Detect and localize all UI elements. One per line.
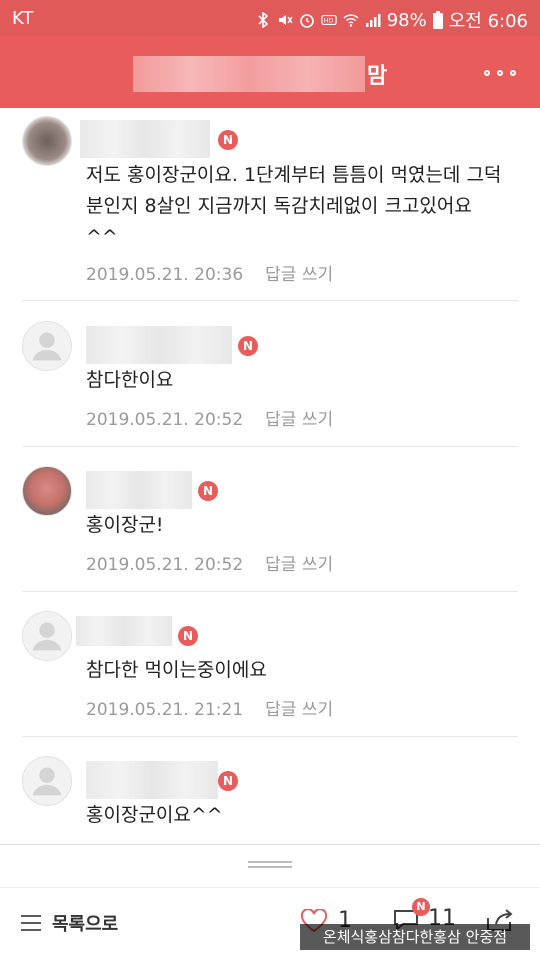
app-bar: 맘 — [0, 36, 540, 108]
watermark-caption: 온체식홍삼참다한홍삼 안중점 — [300, 924, 530, 950]
new-badge: N — [238, 336, 258, 356]
comment-meta: 2019.05.21. 21:21 답글 쓰기 — [86, 695, 333, 720]
reply-button[interactable]: 답글 쓰기 — [265, 410, 333, 430]
comment-text: 홍이장군! — [86, 514, 164, 536]
wifi-icon — [343, 14, 359, 27]
divider — [22, 300, 518, 301]
hd-icon: HD — [321, 14, 337, 26]
avatar[interactable] — [22, 611, 72, 661]
menu-icon — [21, 915, 41, 931]
commenter-name[interactable] — [76, 616, 172, 646]
commenter-name[interactable] — [86, 471, 192, 509]
status-bar: KT HD 98% 오전 6:06 — [0, 0, 540, 36]
comment-text: 저도 홍이장군이요. 1단계부터 틈틈이 먹였는데 그덕분인지 8살인 지금까지… — [86, 164, 502, 248]
mute-icon — [278, 15, 293, 25]
comment-date: 2019.05.21. 21:21 — [86, 700, 244, 720]
new-badge: N — [218, 130, 238, 150]
commenter-name[interactable] — [86, 326, 232, 364]
signal-icon — [365, 14, 381, 27]
new-badge: N — [178, 626, 198, 646]
comment-meta: 2019.05.21. 20:52 답글 쓰기 — [86, 405, 333, 430]
default-avatar-icon — [32, 622, 62, 651]
comment-list[interactable]: N 저도 홍이장군이요. 1단계부터 틈틈이 먹였는데 그덕분인지 8살인 지금… — [0, 108, 540, 844]
comment-text: 참다한이요 — [86, 369, 174, 391]
divider — [22, 446, 518, 447]
back-to-list-button[interactable]: 목록으로 — [20, 910, 118, 936]
new-badge: N — [218, 771, 238, 791]
battery-percent: 98% — [386, 9, 427, 31]
divider — [22, 591, 518, 592]
default-avatar-icon — [32, 767, 62, 796]
comment-meta: 2019.05.21. 20:36 답글 쓰기 — [86, 260, 333, 285]
comment-date: 2019.05.21. 20:36 — [86, 265, 244, 285]
svg-text:HD: HD — [323, 18, 333, 25]
comment-date: 2019.05.21. 20:52 — [86, 410, 244, 430]
reply-button[interactable]: 답글 쓰기 — [265, 700, 333, 720]
reply-button[interactable]: 답글 쓰기 — [265, 265, 333, 285]
battery-icon — [432, 11, 443, 29]
comment-new-badge: N — [412, 898, 430, 916]
commenter-name[interactable] — [86, 761, 218, 799]
default-avatar-icon — [32, 332, 62, 361]
clock: 오전 6:06 — [448, 11, 528, 32]
comment-text: 참다한 먹이는중이에요 — [86, 659, 267, 681]
more-icon[interactable] — [484, 70, 520, 78]
commenter-name[interactable] — [80, 120, 210, 158]
divider — [22, 736, 518, 737]
comment-date: 2019.05.21. 20:52 — [86, 555, 244, 575]
list-button-label: 목록으로 — [52, 914, 119, 935]
blurred-title — [133, 56, 365, 92]
alarm-icon — [299, 14, 314, 28]
comment-text: 홍이장군이요^^ — [86, 804, 223, 826]
carrier-label: KT — [12, 8, 34, 29]
avatar[interactable] — [22, 116, 72, 166]
avatar[interactable] — [22, 756, 72, 806]
avatar[interactable] — [22, 321, 72, 371]
drag-handle[interactable] — [248, 861, 292, 868]
avatar[interactable] — [22, 466, 72, 516]
bluetooth-icon — [258, 12, 268, 28]
comment-meta: 2019.05.21. 20:52 답글 쓰기 — [86, 550, 333, 575]
reply-button[interactable]: 답글 쓰기 — [265, 555, 333, 575]
page-title: 맘 — [367, 64, 388, 89]
status-icons: HD 98% 오전 6:06 — [255, 7, 528, 33]
new-badge: N — [198, 481, 218, 501]
